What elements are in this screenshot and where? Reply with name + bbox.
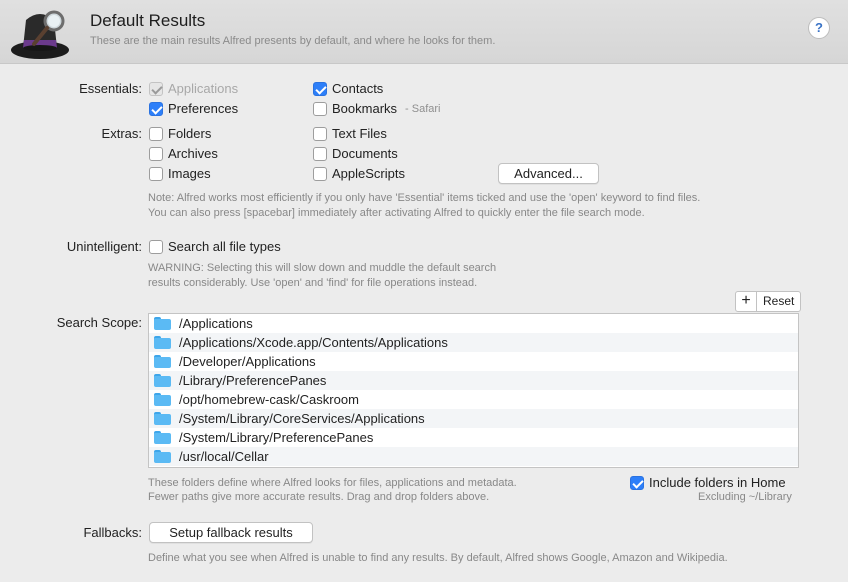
extras-note-line-2: You can also press [spacebar] immediatel… xyxy=(148,207,645,219)
checkbox-label: AppleScripts xyxy=(332,166,405,181)
folder-icon xyxy=(154,393,171,406)
checkbox-label: Contacts xyxy=(332,81,384,96)
checkbox-box[interactable] xyxy=(313,166,327,181)
alfred-hat-logo-icon xyxy=(11,10,69,59)
checkbox-box[interactable] xyxy=(149,146,163,161)
folder-icon xyxy=(154,317,171,330)
unintelligent-label: Unintelligent: xyxy=(66,239,142,254)
checkbox-box[interactable] xyxy=(313,146,327,161)
warning-line-2: results considerably. Use 'open' and 'fi… xyxy=(148,277,478,289)
scope-path-row[interactable]: /Library/PreferencePanes xyxy=(149,371,798,390)
scope-note-line-1: These folders define where Alfred looks … xyxy=(148,477,517,489)
contacts-checkbox[interactable]: Contacts xyxy=(313,81,383,96)
folders-checkbox[interactable]: Folders xyxy=(149,126,211,141)
checkbox-label: Include folders in Home xyxy=(649,475,786,490)
folder-icon xyxy=(154,374,171,387)
scope-toolbar: + Reset xyxy=(735,291,802,312)
checkbox-label: Folders xyxy=(168,126,212,141)
scope-path: /System/Library/CoreServices/Application… xyxy=(179,411,425,426)
scope-path: /Developer/Applications xyxy=(179,354,316,369)
checkbox-box[interactable] xyxy=(149,101,163,116)
scope-path: /Applications xyxy=(179,316,253,331)
checkbox-box[interactable] xyxy=(149,126,163,141)
folder-icon xyxy=(154,336,171,349)
reset-button[interactable]: Reset xyxy=(757,292,800,311)
images-checkbox[interactable]: Images xyxy=(149,166,211,181)
fallbacks-note: Define what you see when Alfred is unabl… xyxy=(148,552,728,564)
scope-path: /Applications/Xcode.app/Contents/Applica… xyxy=(179,335,448,350)
scope-path-row[interactable]: /System/Library/PreferencePanes xyxy=(149,428,798,447)
page-subtitle: These are the main results Alfred presen… xyxy=(90,35,496,47)
applications-checkbox: Applications xyxy=(149,81,238,96)
checkbox-box[interactable] xyxy=(313,101,327,116)
folder-icon xyxy=(154,450,171,463)
scope-path-row[interactable]: /usr/local/Cellar xyxy=(149,447,798,466)
text-files-checkbox[interactable]: Text Files xyxy=(313,126,387,141)
scope-path-row[interactable]: /Developer/Applications xyxy=(149,352,798,371)
checkbox-label: Applications xyxy=(168,81,239,96)
excluding-library-note: Excluding ~/Library xyxy=(698,491,792,503)
checkbox-box[interactable] xyxy=(313,81,327,96)
advanced-button[interactable]: Advanced... xyxy=(498,163,599,184)
warning-line-1: WARNING: Selecting this will slow down a… xyxy=(148,262,497,274)
checkbox-label: Text Files xyxy=(332,126,387,141)
folder-icon xyxy=(154,412,171,425)
scope-path: /usr/local/Cellar xyxy=(179,449,269,464)
include-folders-in-home-checkbox[interactable]: Include folders in Home xyxy=(630,475,786,490)
fallbacks-label: Fallbacks: xyxy=(83,525,142,540)
header: Default Results These are the main resul… xyxy=(0,0,848,64)
checkbox-label: Archives xyxy=(168,146,218,161)
search-scope-label: Search Scope: xyxy=(56,315,142,330)
scope-path: /opt/homebrew-cask/Caskroom xyxy=(179,392,359,407)
checkbox-box[interactable] xyxy=(630,475,644,490)
preferences-checkbox[interactable]: Preferences xyxy=(149,101,238,116)
scope-path-row[interactable]: /Applications/Xcode.app/Contents/Applica… xyxy=(149,333,798,352)
scope-path: /Library/PreferencePanes xyxy=(179,373,327,388)
documents-checkbox[interactable]: Documents xyxy=(313,146,398,161)
checkbox-label: Preferences xyxy=(168,101,239,116)
setup-fallback-results-button[interactable]: Setup fallback results xyxy=(149,522,313,543)
checkbox-label: Search all file types xyxy=(168,239,281,254)
scope-path-row[interactable]: /System/Library/CoreServices/Application… xyxy=(149,409,798,428)
checkbox-label: Documents xyxy=(332,146,398,161)
archives-checkbox[interactable]: Archives xyxy=(149,146,218,161)
help-button[interactable]: ? xyxy=(808,17,830,39)
scope-path: /System/Library/PreferencePanes xyxy=(179,430,374,445)
applescripts-checkbox[interactable]: AppleScripts xyxy=(313,166,405,181)
extras-label: Extras: xyxy=(101,126,142,141)
add-folder-button[interactable]: + xyxy=(736,292,757,311)
bookmarks-source-tag: - Safari xyxy=(405,102,441,115)
scope-path-row[interactable]: /Applications xyxy=(149,314,798,333)
checkbox-box[interactable] xyxy=(149,239,163,254)
checkbox-box xyxy=(149,81,163,96)
essentials-label: Essentials: xyxy=(79,81,142,96)
scope-note-line-2: Fewer paths give more accurate results. … xyxy=(148,491,490,503)
page-title: Default Results xyxy=(90,11,206,30)
checkbox-label: Images xyxy=(168,166,211,181)
checkbox-box[interactable] xyxy=(313,126,327,141)
search-all-file-types-checkbox[interactable]: Search all file types xyxy=(149,239,281,254)
checkbox-label: Bookmarks xyxy=(332,101,398,116)
bookmarks-checkbox[interactable]: Bookmarks - Safari xyxy=(313,101,441,116)
scope-path-row[interactable]: /opt/homebrew-cask/Caskroom xyxy=(149,390,798,409)
folder-icon xyxy=(154,431,171,444)
search-scope-list[interactable]: /Applications /Applications/Xcode.app/Co… xyxy=(148,313,799,468)
extras-note-line-1: Note: Alfred works most efficiently if y… xyxy=(148,192,701,204)
checkbox-box[interactable] xyxy=(149,166,163,181)
folder-icon xyxy=(154,355,171,368)
